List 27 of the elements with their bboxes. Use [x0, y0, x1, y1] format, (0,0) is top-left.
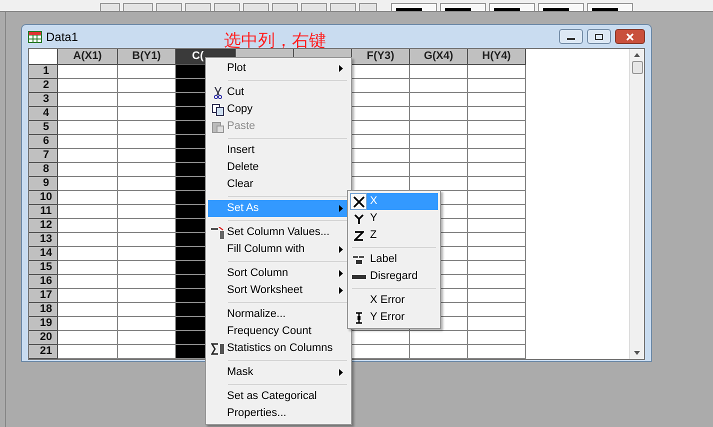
menu-item-label: Y Error	[369, 310, 406, 326]
menu-item-label: Set as Categorical	[227, 389, 318, 404]
menu-item-label: Mask	[227, 365, 254, 380]
menu-item-label: Delete	[227, 160, 260, 176]
annotation-text: 选中列，右键	[224, 30, 326, 53]
menu-item-label: Y	[369, 211, 378, 226]
menu-item-label: Paste	[227, 119, 256, 134]
menu-item-label: Disregard	[369, 269, 419, 284]
menu-item-label: Clear	[227, 177, 254, 192]
menu-item-label: Plot	[227, 61, 247, 76]
menu-item-label: Normalize...	[227, 307, 287, 322]
menu-item-label: Set As	[227, 201, 260, 216]
menu-item-label: Z	[369, 228, 378, 244]
menu-item-label: Properties...	[227, 406, 288, 422]
menu-item-label: Sort Worksheet	[227, 283, 304, 298]
menu-item-label: Cut	[227, 85, 246, 100]
menu-item-label: Set Column Values...	[227, 225, 331, 240]
menu-item-label: Insert	[227, 143, 256, 158]
menu-item-label: X Error	[369, 293, 406, 308]
window-title: Data1	[46, 28, 78, 46]
menu-item-label: Fill Column with	[227, 242, 306, 258]
menu-item-label: Frequency Count	[227, 324, 312, 340]
menu-item-label: Label	[369, 252, 398, 268]
menu-item-label: Sort Column	[227, 266, 290, 282]
menu-item-label: Copy	[227, 102, 254, 118]
menu-item-label: X	[367, 193, 438, 210]
menu-item-label: Statistics on Columns	[227, 341, 334, 356]
